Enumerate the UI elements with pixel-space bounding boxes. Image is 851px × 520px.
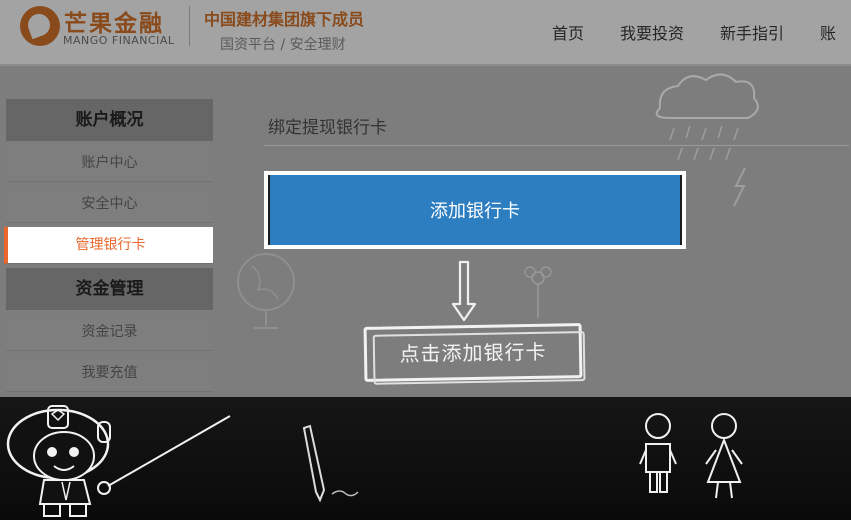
sidebar-heading-account-overview: 账户概况 xyxy=(6,99,213,141)
add-card-highlight: 添加银行卡 xyxy=(264,171,686,249)
slogan-main: 中国建材集团旗下成员 xyxy=(204,10,365,29)
sidebar-heading-fund-management: 资金管理 xyxy=(6,268,213,310)
sidebar-item-recharge[interactable]: 我要充值 xyxy=(6,355,213,392)
sidebar-item-account-center[interactable]: 账户中心 xyxy=(6,145,213,182)
flower-doodle-icon xyxy=(524,266,552,318)
sidebar-item-manage-bank-card[interactable]: 管理银行卡 xyxy=(4,227,213,264)
add-bank-card-button[interactable]: 添加银行卡 xyxy=(268,175,682,245)
site-header: 芒果金融 MANGO FINANCIAL 中国建材集团旗下成员 国资平台 / 安… xyxy=(0,0,851,66)
cloud-rain-doodle-icon xyxy=(655,73,759,207)
page-title: 绑定提现银行卡 xyxy=(268,118,387,138)
nav-account[interactable]: 账 xyxy=(820,20,836,44)
sidebar: 账户概况 账户中心 安全中心 管理银行卡 资金管理 资金记录 我要充值 xyxy=(4,99,213,396)
globe-doodle-icon xyxy=(237,253,295,329)
brand-logo[interactable]: 芒果金融 MANGO FINANCIAL xyxy=(20,4,200,48)
slogan: 中国建材集团旗下成员 国资平台 / 安全理财 xyxy=(204,6,364,54)
nav-home[interactable]: 首页 xyxy=(552,20,584,44)
mascot-pointing-icon xyxy=(6,405,231,517)
click-hint-label: 点击添加银行卡 xyxy=(363,323,583,382)
main-nav: 首页 我要投资 新手指引 账 xyxy=(552,20,836,44)
logo-text-cn: 芒果金融 xyxy=(64,11,164,37)
chalk-arrow-down-icon xyxy=(451,260,477,322)
sidebar-item-fund-records[interactable]: 资金记录 xyxy=(6,314,213,351)
slogan-sub: 国资平台 / 安全理财 xyxy=(220,37,346,53)
pencil-doodle-icon xyxy=(302,424,359,503)
logo-divider xyxy=(189,6,190,46)
mango-logo-icon xyxy=(20,6,60,46)
stick-figures-doodle-icon xyxy=(639,413,743,499)
sidebar-item-security-center[interactable]: 安全中心 xyxy=(6,186,213,223)
nav-invest[interactable]: 我要投资 xyxy=(620,20,684,44)
nav-beginner-guide[interactable]: 新手指引 xyxy=(720,20,784,44)
logo-text-en: MANGO FINANCIAL xyxy=(63,34,175,47)
